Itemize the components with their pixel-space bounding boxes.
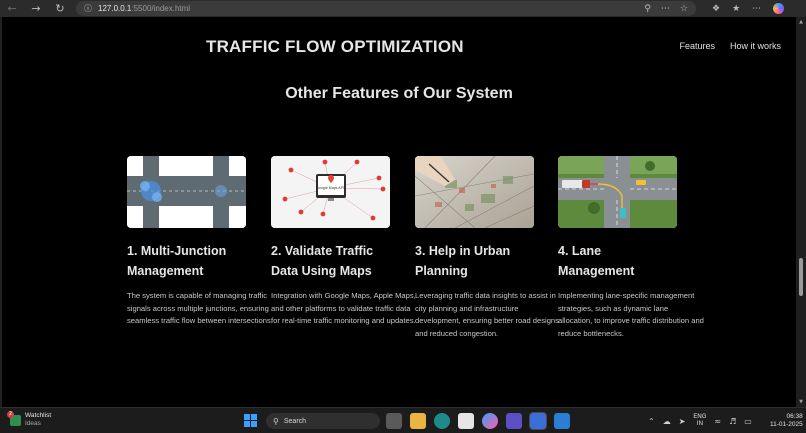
- lane-intersection-image: [558, 156, 677, 228]
- watchlist-icon: 2: [7, 410, 21, 426]
- teams-icon[interactable]: [506, 413, 522, 429]
- card-title: 3. Help in Urban Planning: [415, 244, 511, 278]
- scroll-down-icon[interactable]: ▼: [798, 399, 804, 405]
- nav-link-how-it-works[interactable]: How it works: [730, 41, 781, 51]
- scroll-up-icon[interactable]: ▲: [798, 19, 804, 25]
- urban-plan-photo-image: [415, 156, 534, 228]
- page-scrollbar[interactable]: ▲ ▼: [796, 17, 806, 407]
- search-icon: ⚲: [273, 416, 279, 426]
- watchlist-title: Watchlist: [25, 412, 52, 419]
- card-description: Integration with Google Maps, Apple Maps…: [271, 291, 416, 326]
- maps-api-text: Google Maps APIs: [316, 186, 346, 190]
- system-tray: ⌃ ☁ ➤ ENG IN ≈ ♬ ▭: [648, 414, 752, 428]
- feature-card-multi-junction: 1. Multi-Junction Management The system …: [127, 156, 273, 328]
- copilot-app-icon[interactable]: [482, 413, 498, 429]
- vscode-icon[interactable]: [554, 413, 570, 429]
- feature-card-lane-management: 4. Lane Management Implementing lane-spe…: [558, 156, 704, 340]
- favorites-icon[interactable]: ★: [732, 4, 740, 14]
- card-description: Leveraging traffic data insights to assi…: [415, 291, 559, 338]
- search-label: Search: [283, 417, 307, 425]
- scrollbar-thumb[interactable]: [799, 258, 803, 296]
- favorite-star-icon[interactable]: ☆: [680, 4, 688, 14]
- junction-diagram-image: [127, 156, 246, 228]
- task-view-icon[interactable]: [386, 413, 402, 429]
- site-info-icon[interactable]: ⓘ: [84, 3, 92, 14]
- extensions-icon[interactable]: ❖: [712, 4, 720, 14]
- battery-icon[interactable]: ▭: [744, 417, 752, 426]
- google-maps-api-image: Google Maps APIs: [271, 156, 390, 228]
- card-title: 1. Multi-Junction Management: [127, 244, 227, 278]
- zoom-icon[interactable]: ⚲: [644, 4, 651, 14]
- card-title: 4. Lane Management: [558, 244, 635, 278]
- notification-badge: 2: [7, 410, 14, 418]
- chevron-up-icon[interactable]: ⌃: [648, 417, 655, 426]
- menu-dots-icon[interactable]: ⋯: [752, 4, 761, 14]
- wifi-icon[interactable]: ≈: [714, 417, 721, 426]
- copilot-icon[interactable]: [773, 3, 785, 14]
- language-indicator[interactable]: ENG IN: [693, 414, 706, 428]
- clock[interactable]: 06:38 11-01-2025: [770, 413, 803, 429]
- section-title: Other Features of Our System: [285, 85, 513, 102]
- card-title: 2. Validate Traffic Data Using Maps: [271, 244, 374, 278]
- file-explorer-icon[interactable]: [410, 413, 426, 429]
- site-title: TRAFFIC FLOW OPTIMIZATION: [206, 37, 464, 56]
- page-viewport: TRAFFIC FLOW OPTIMIZATION Features How i…: [2, 17, 796, 407]
- nav-link-features[interactable]: Features: [679, 41, 715, 51]
- refresh-icon[interactable]: ↻: [48, 0, 72, 17]
- feature-card-validate-maps: Google Maps APIs 2. Validate Traffic Dat…: [271, 156, 416, 328]
- watchlist-widget[interactable]: 2 Watchlist Ideas: [7, 410, 52, 428]
- store-icon[interactable]: [458, 413, 474, 429]
- card-description: The system is capable of managing traffi…: [127, 291, 273, 326]
- taskbar-search[interactable]: ⚲ Search: [266, 413, 380, 429]
- app-icon-active[interactable]: [529, 412, 547, 430]
- windows-start-icon[interactable]: [244, 414, 257, 427]
- volume-icon[interactable]: ♬: [729, 417, 736, 426]
- edge-browser-icon[interactable]: [434, 413, 450, 429]
- feature-card-urban-planning: 3. Help in Urban Planning Leveraging tra…: [415, 156, 559, 340]
- cloud-icon[interactable]: ☁: [663, 417, 671, 426]
- browser-toolbar: ← → ↻ ⓘ 127.0.0.1:5500/index.html ⚲ ⋯ ☆ …: [0, 0, 806, 17]
- card-description: Implementing lane-specific management st…: [558, 291, 704, 338]
- url-text: 127.0.0.1:5500/index.html: [98, 4, 191, 13]
- address-bar[interactable]: ⓘ 127.0.0.1:5500/index.html ⚲ ⋯ ☆: [76, 1, 696, 16]
- site-nav: Features How it works: [679, 41, 781, 51]
- watchlist-subtitle: Ideas: [25, 420, 41, 427]
- send-icon[interactable]: ➤: [679, 417, 686, 426]
- reader-icon[interactable]: ⋯: [661, 4, 670, 14]
- back-arrow-icon[interactable]: ←: [0, 0, 24, 17]
- taskbar: 2 Watchlist Ideas ⚲ Search ⌃ ☁ ➤ ENG IN …: [0, 407, 806, 433]
- taskbar-apps: [386, 412, 570, 430]
- forward-arrow-icon[interactable]: →: [24, 0, 48, 17]
